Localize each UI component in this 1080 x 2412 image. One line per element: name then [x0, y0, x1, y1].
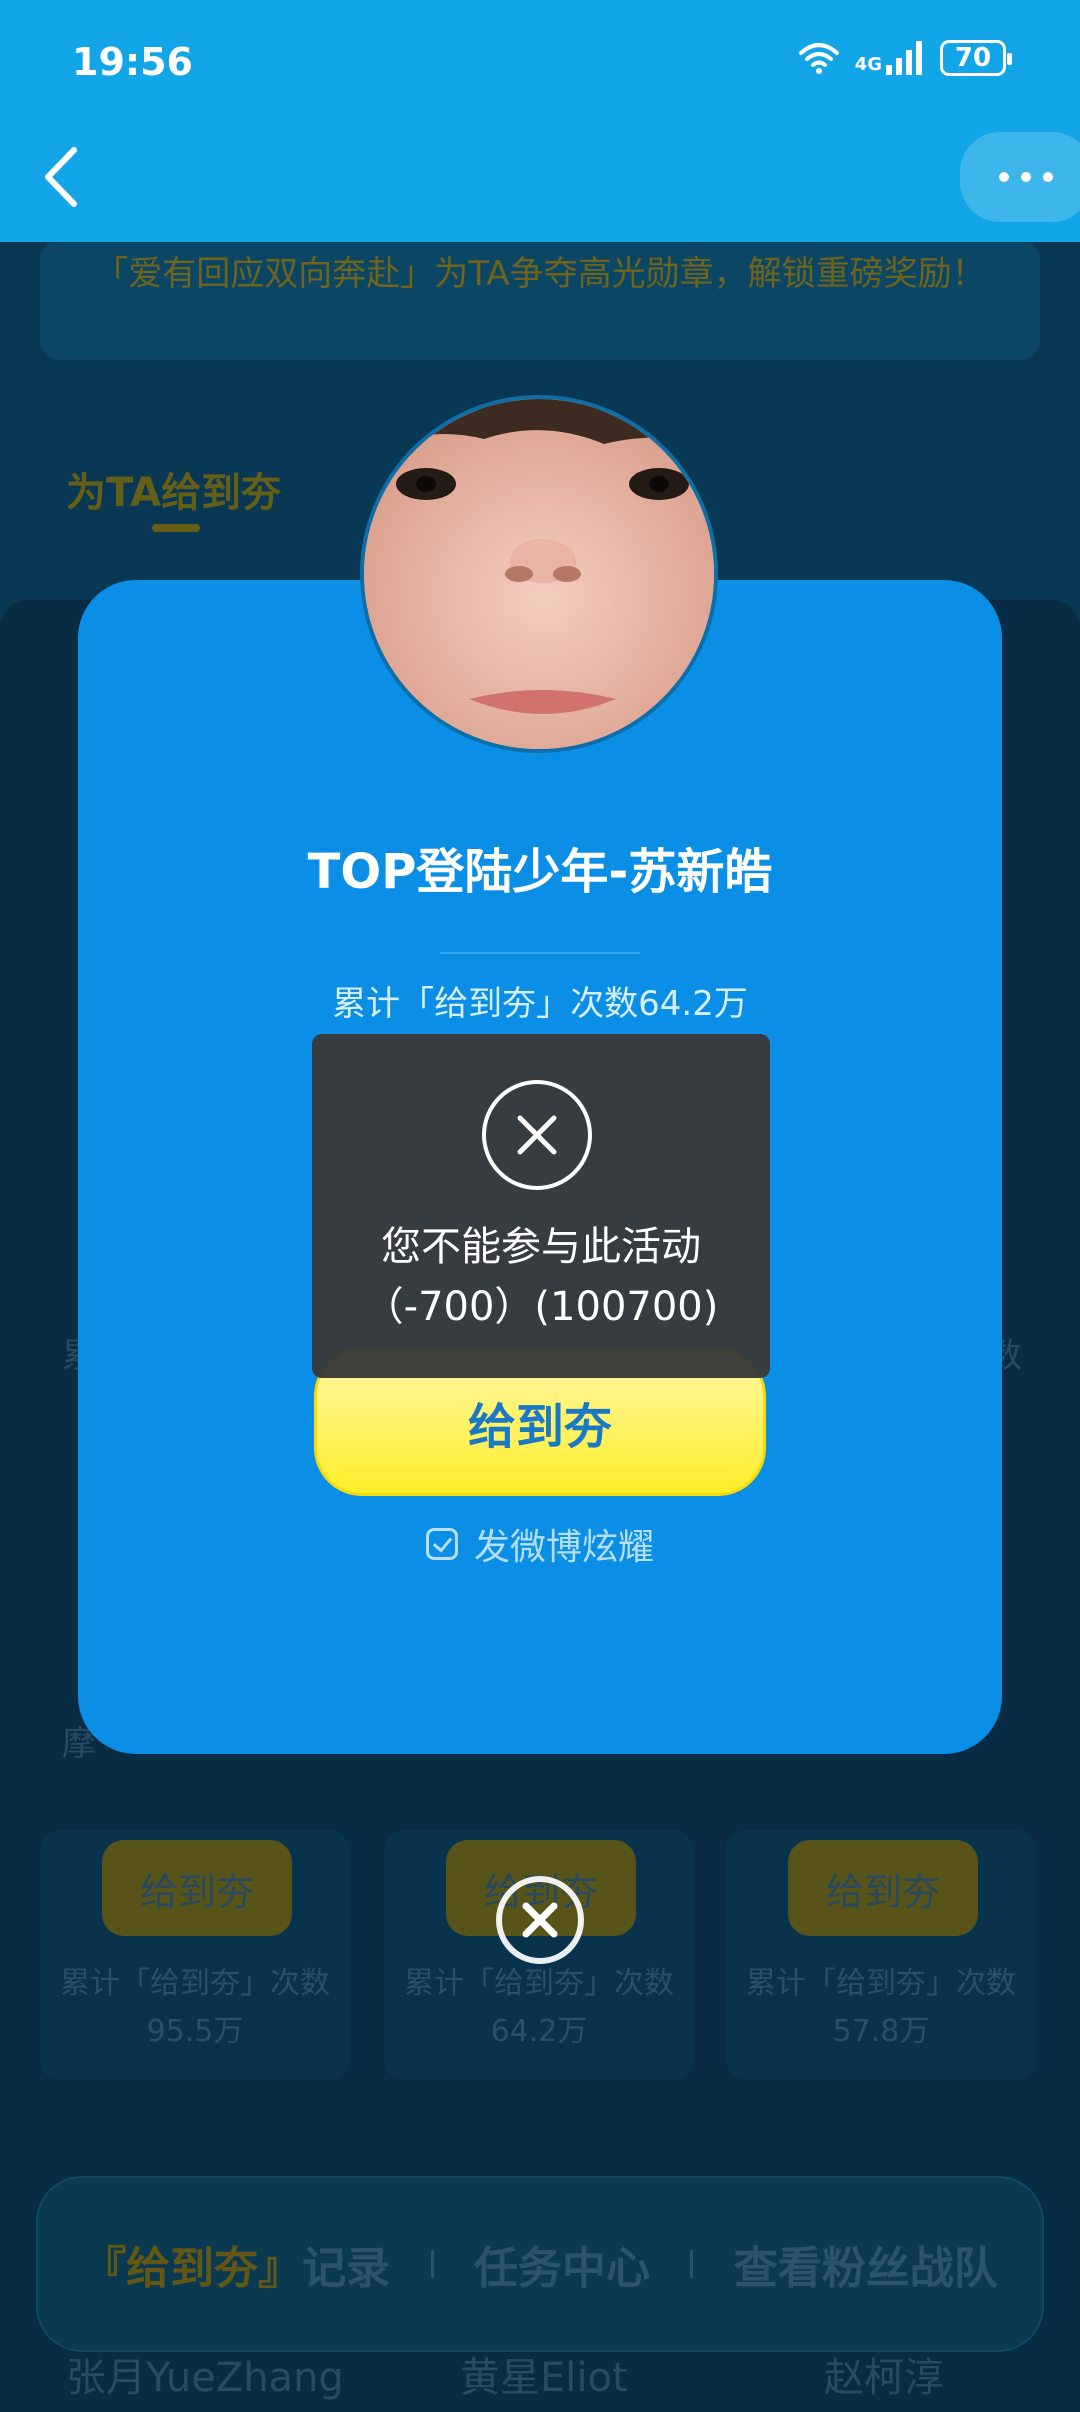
modal-count-text: 累计「给到夯」次数64.2万 [332, 984, 748, 1024]
signal-bars-icon [886, 41, 922, 75]
close-icon [522, 1902, 558, 1938]
wifi-icon [798, 43, 839, 74]
status-time: 19:56 [72, 40, 193, 84]
battery-icon: 70 [940, 40, 1012, 76]
cellular-signal-icon: 4G [855, 41, 926, 75]
modal-title: TOP登陆少年-苏新皓 [307, 844, 773, 900]
back-arrow-icon[interactable] [30, 140, 90, 214]
avatar-face-image [364, 399, 714, 749]
more-options-button[interactable] [960, 132, 1080, 222]
toast-message: 您不能参与此活动 [381, 1224, 701, 1270]
share-label: 发微博炫耀 [473, 1527, 654, 1568]
modal-close-button[interactable] [496, 1876, 584, 1964]
more-dot [1043, 172, 1053, 182]
modal-divider [440, 952, 640, 954]
error-toast: 您不能参与此活动 （-700）(100700) [312, 1034, 770, 1378]
close-icon [517, 1115, 557, 1155]
status-icons: 4G 70 [797, 40, 1012, 76]
toast-error-code: （-700）(100700) [363, 1284, 719, 1330]
network-type: 4G [854, 54, 882, 75]
more-dot [1021, 172, 1031, 182]
share-checkbox[interactable] [425, 1528, 458, 1560]
avatar [360, 395, 718, 753]
share-weibo-option[interactable]: 发微博炫耀 [0, 1518, 1080, 1570]
error-circle-icon [482, 1080, 592, 1190]
top-bar: 19:56 4G 70 [0, 0, 1080, 242]
more-dot [999, 172, 1009, 182]
